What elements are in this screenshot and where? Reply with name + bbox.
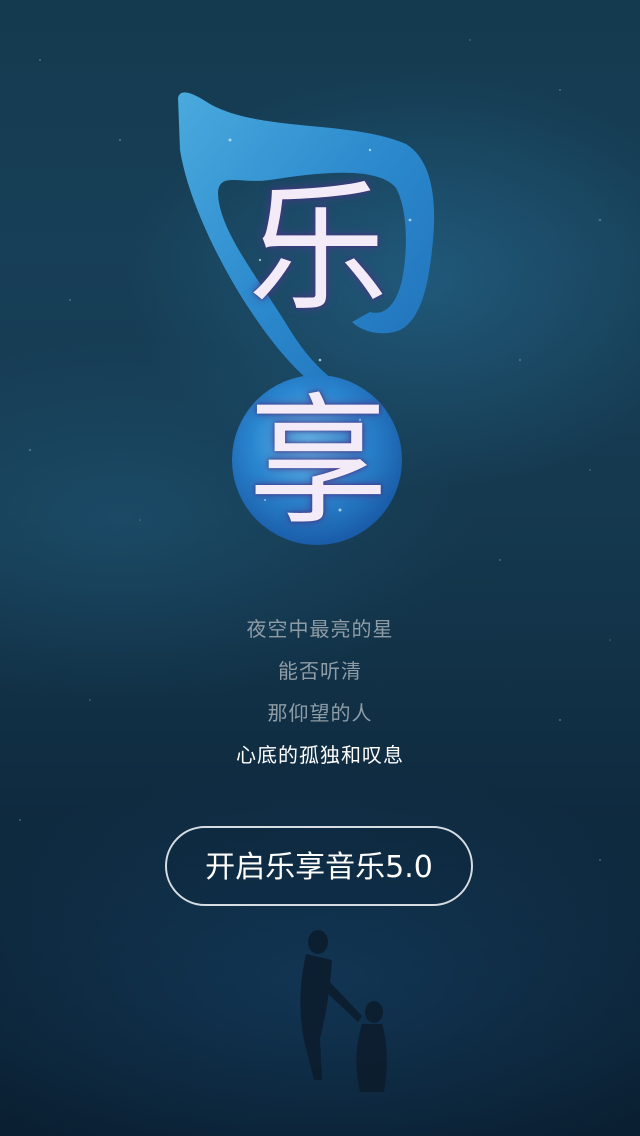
poem-line-3: 那仰望的人 [267, 701, 373, 725]
start-music-button[interactable]: 开启乐享音乐5.0 [165, 826, 473, 906]
splash-screen: 乐 享 夜空中最亮的星 能否听清 那仰望的人 心底的孤独和叹息 开启乐享音乐5.… [0, 0, 640, 1136]
poem-text: 夜空中最亮的星 能否听清 那仰望的人 心底的孤独和叹息 [0, 608, 640, 776]
poem-line-2: 能否听清 [278, 659, 362, 683]
app-logo: 乐 享 [170, 80, 470, 550]
couple-silhouette-image [300, 930, 387, 1092]
poem-line-1: 夜空中最亮的星 [246, 617, 394, 641]
logo-character-le: 乐 [247, 168, 388, 331]
logo-character-xiang: 享 [247, 381, 388, 544]
poem-line-4: 心底的孤独和叹息 [236, 743, 404, 767]
